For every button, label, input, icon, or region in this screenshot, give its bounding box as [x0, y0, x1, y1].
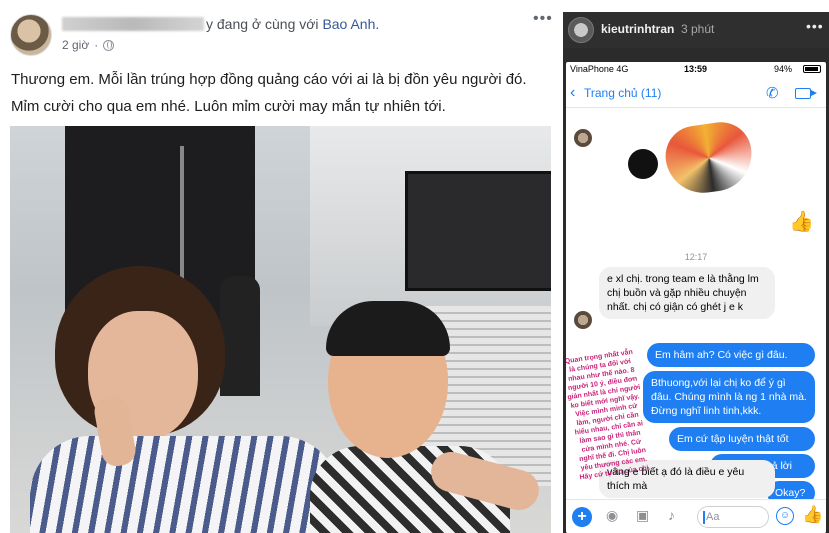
story-header: kieutrinhtran 3 phút •••: [563, 12, 829, 48]
carrier-label: VinaPhone 4G: [570, 64, 629, 74]
post-meta: 2 giờ ·: [62, 38, 115, 52]
background-person: [220, 276, 260, 396]
story-options-button[interactable]: •••: [806, 18, 824, 34]
compose-bar: + ◉ ▣ ♪ Aa ☺ 👍: [566, 499, 826, 533]
battery-icon: [803, 65, 821, 73]
post-text: Thương em. Mỗi lần trúng hợp đồng quảng …: [11, 66, 551, 120]
tagged-person-link[interactable]: Bao Anh.: [322, 16, 379, 32]
post-header: y đang ở cùng với Bao Anh.: [62, 16, 379, 32]
story-time: 3 phút: [681, 22, 715, 36]
instagram-story: kieutrinhtran 3 phút ••• VinaPhone 4G 13…: [563, 12, 829, 533]
status-clock: 13:59: [684, 64, 708, 74]
story-avatar[interactable]: [568, 17, 594, 43]
message-bubble-incoming: e xl chị. trong team e là thằng lm chị b…: [599, 267, 775, 319]
message-bubble-outgoing: Em cứ tập luyện thật tốt: [669, 427, 815, 451]
dot-separator: ·: [94, 38, 99, 52]
post-time[interactable]: 2 giờ: [62, 38, 89, 52]
globe-icon[interactable]: [103, 39, 115, 51]
author-avatar[interactable]: [10, 14, 52, 56]
back-to-home-link[interactable]: Trang chủ (11): [584, 86, 661, 100]
woman-striped-top: [30, 436, 340, 533]
post-text-line: Thương em. Mỗi lần trúng hợp đồng quảng …: [11, 71, 527, 88]
facebook-post: y đang ở cùng với Bao Anh. 2 giờ · ••• T…: [0, 0, 560, 533]
story-username[interactable]: kieutrinhtran: [601, 22, 674, 36]
camera-icon[interactable]: ◉: [606, 507, 618, 524]
microphone-icon[interactable]: ♪: [668, 507, 675, 523]
like-icon[interactable]: 👍: [802, 505, 823, 525]
status-bar: VinaPhone 4G 13:59 94%: [566, 62, 826, 76]
blurred-author-name: [62, 17, 204, 31]
gallery-icon[interactable]: ▣: [636, 507, 649, 524]
message-input[interactable]: Aa: [697, 506, 769, 528]
post-photo[interactable]: [10, 126, 551, 533]
video-call-icon[interactable]: [795, 88, 817, 99]
contact-avatar: [574, 311, 592, 329]
messenger-screenshot: VinaPhone 4G 13:59 94% ‹ Trang chủ (11) …: [566, 62, 826, 533]
sticker-dark-part: [628, 149, 658, 179]
emoji-icon[interactable]: ☺: [776, 507, 794, 525]
message-bubble-outgoing: Bthuong,với lại chị ko để ý gì đâu. Chún…: [643, 371, 815, 423]
message-bubble-outgoing: Em hâm ah? Có việc gì đâu.: [647, 343, 815, 367]
studio-monitor: [405, 171, 551, 291]
phone-call-icon[interactable]: ✆: [766, 84, 779, 102]
post-text-line: Mỉm cười cho qua em nhé. Luôn mỉm cười m…: [11, 98, 446, 115]
back-chevron-icon[interactable]: ‹: [570, 84, 575, 102]
battery-percent: 94%: [774, 64, 793, 74]
message-timestamp: 12:17: [684, 252, 708, 262]
thumbs-up-icon: 👍: [789, 211, 814, 233]
heart-sticker: [661, 118, 757, 198]
contact-avatar: [574, 129, 592, 147]
messenger-nav-bar: ‹ Trang chủ (11) ✆: [566, 78, 826, 108]
post-options-button[interactable]: •••: [533, 10, 553, 28]
with-text: y đang ở cùng với: [206, 16, 323, 32]
plus-button[interactable]: +: [572, 507, 592, 527]
